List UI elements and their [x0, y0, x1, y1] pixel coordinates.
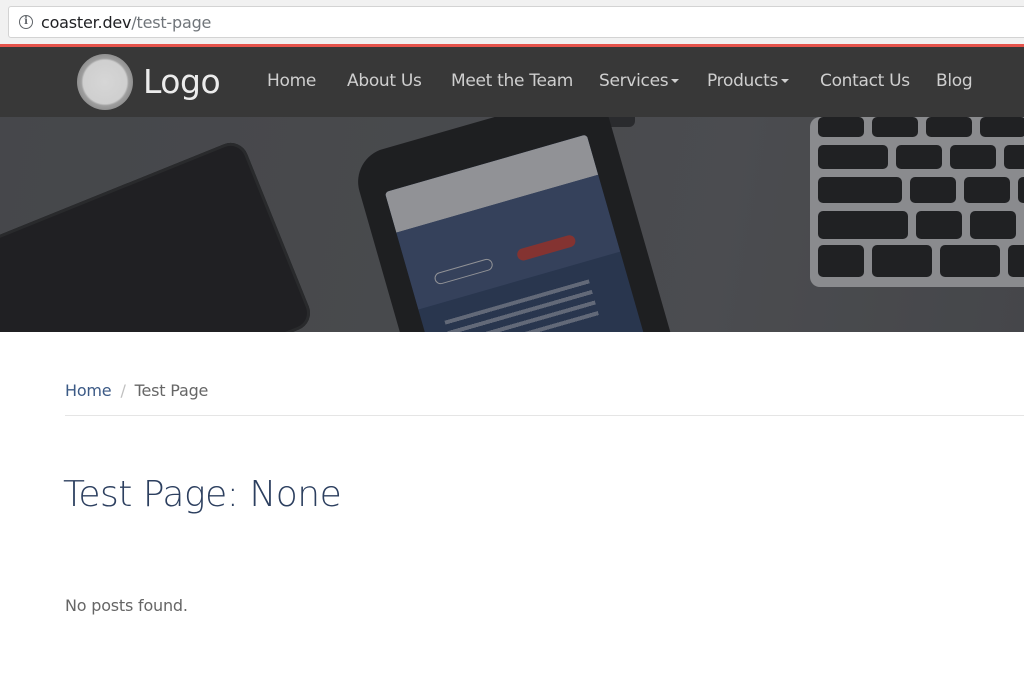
nav-item-services[interactable]: Services — [599, 71, 680, 91]
hero-dark-overlay — [0, 117, 1024, 332]
breadcrumb-home-link[interactable]: Home — [65, 381, 112, 400]
page-title: Test Page: None — [63, 474, 342, 515]
empty-state-message: No posts found. — [65, 596, 188, 615]
address-bar[interactable]: i coaster.dev/test-page — [8, 6, 1024, 38]
breadcrumb-separator: / — [120, 381, 126, 400]
nav-item-label: Home — [267, 71, 317, 91]
caret-down-icon — [781, 79, 790, 83]
nav-item-about-us[interactable]: About Us — [347, 71, 422, 91]
hero-banner-image — [0, 117, 1024, 332]
url-path: /test-page — [131, 13, 212, 32]
nav-item-meet-the-team[interactable]: Meet the Team — [451, 71, 573, 91]
nav-item-contact-us[interactable]: Contact Us — [820, 71, 910, 91]
nav-item-home[interactable]: Home — [267, 71, 316, 91]
info-icon[interactable]: i — [19, 15, 33, 29]
nav-item-label: Products — [707, 71, 779, 91]
breadcrumb: Home / Test Page — [65, 381, 208, 400]
breadcrumb-current: Test Page — [134, 381, 209, 400]
nav-item-products[interactable]: Products — [707, 71, 790, 91]
logo-text[interactable]: Logo — [143, 62, 221, 101]
nav-item-label: Contact Us — [820, 71, 910, 91]
logo-circle-icon[interactable] — [77, 54, 133, 110]
nav-item-label: Meet the Team — [451, 71, 573, 91]
breadcrumb-divider — [65, 415, 1024, 416]
caret-down-icon — [671, 79, 680, 83]
browser-toolbar: i coaster.dev/test-page — [0, 0, 1024, 44]
nav-item-label: Services — [599, 71, 669, 91]
nav-item-label: Blog — [936, 71, 973, 91]
site-navbar: Logo Home About Us Meet the Team Service… — [0, 47, 1024, 117]
url-text[interactable]: coaster.dev/test-page — [41, 13, 211, 33]
nav-item-label: About Us — [347, 71, 422, 91]
nav-item-blog[interactable]: Blog — [936, 71, 973, 91]
url-host: coaster.dev — [41, 13, 132, 32]
